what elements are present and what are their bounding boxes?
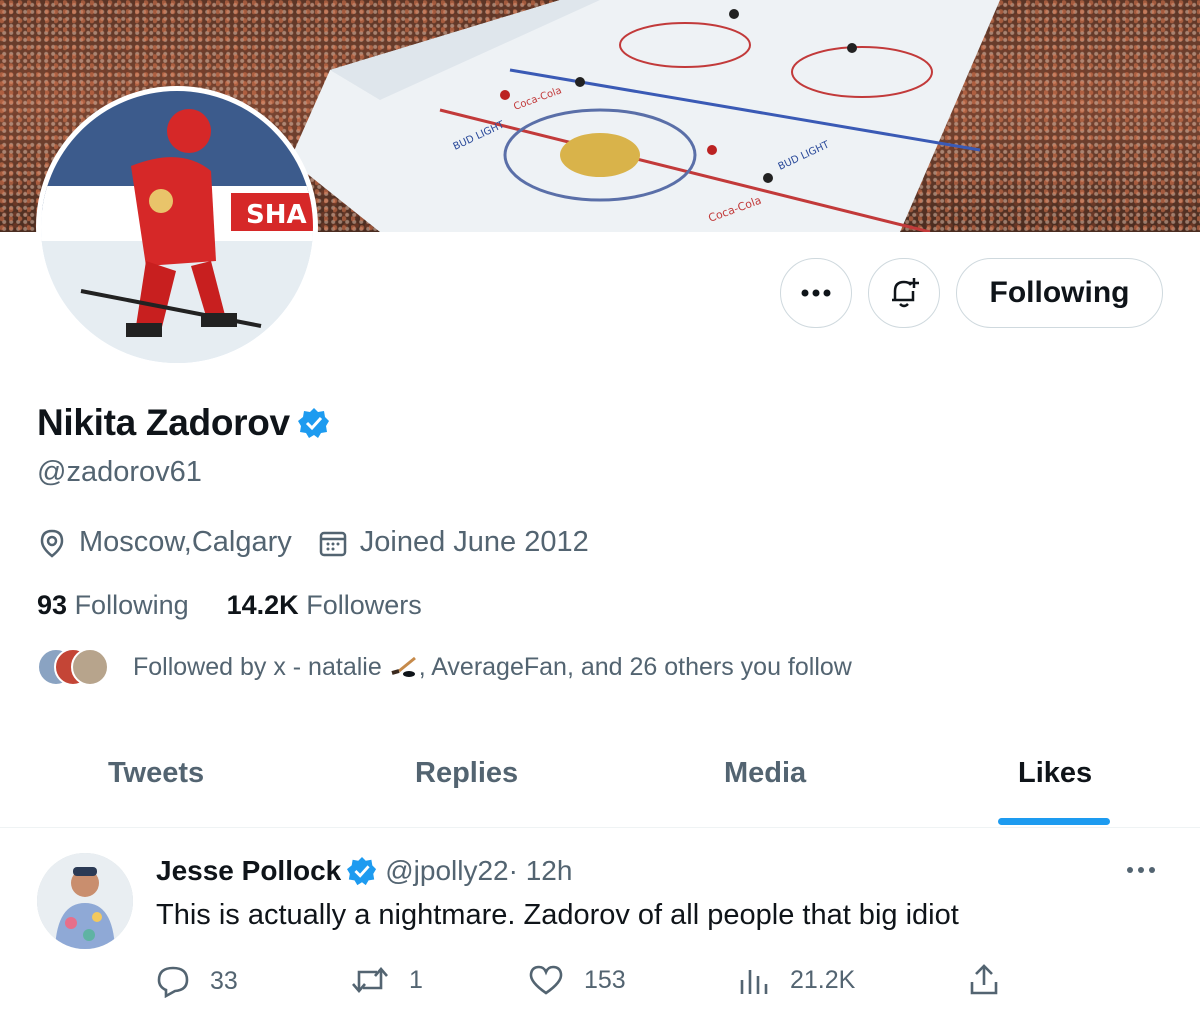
tweet[interactable]: Jesse Pollock @jpolly22 · 12h This is ac… [0,829,1200,1025]
reply-icon [157,966,189,998]
location-text: Moscow,Calgary [79,526,292,558]
active-tab-indicator [998,818,1110,825]
author-photo [37,853,133,949]
following-count: 93 [37,590,68,620]
following-button[interactable]: Following [956,258,1163,328]
followed-by-prefix: Followed by x - natalie [133,652,389,681]
tweet-author-avatar[interactable] [37,853,133,949]
verified-badge-icon[interactable] [297,407,330,439]
tab-likes[interactable]: Likes [1018,740,1092,828]
like-count: 153 [584,965,626,994]
joined-item: Joined June 2012 [318,526,589,559]
notifications-button[interactable] [868,258,940,328]
verified-badge-icon[interactable] [347,856,377,886]
tweet-author-name[interactable]: Jesse Pollock [156,855,341,887]
profile-name-row: Nikita Zadorov [37,402,330,444]
followed-by-text: Followed by x - natalie , AverageFan, an… [133,653,852,682]
reply-count: 33 [210,966,238,995]
followed-by-suffix: , AverageFan, and 26 others you follow [418,652,852,681]
more-options-button[interactable] [780,258,852,328]
analytics-icon [740,970,768,994]
tweet-more-button[interactable] [1126,861,1156,879]
svg-text:SHA: SHA [246,200,307,230]
location-pin-icon [40,529,64,558]
tweet-author-handle[interactable]: @jpolly22 [385,855,508,887]
following-label: Following [74,590,189,620]
followed-by-row[interactable]: Followed by x - natalie , AverageFan, an… [37,648,852,686]
views-action[interactable]: 21.2K [738,964,855,996]
views-count: 21.2K [790,965,856,994]
profile-meta: Moscow,Calgary Joined June 2012 [37,526,615,559]
calendar-icon [319,531,346,556]
followed-by-avatars [37,648,109,686]
follower-avatar [71,648,109,686]
followers-count: 14.2K [226,590,299,620]
profile-avatar[interactable]: SHA [36,86,318,368]
reply-action[interactable]: 33 [156,964,238,998]
profile-tabs: Tweets Replies Media Likes [0,740,1200,828]
tweet-header: Jesse Pollock @jpolly22 · 12h [156,855,572,887]
share-action[interactable] [968,964,1000,996]
tweet-text: This is actually a nightmare. Zadorov of… [156,899,959,931]
tweet-time[interactable]: · 12h [509,855,573,887]
profile-stats: 93 Following 14.2K Followers [37,590,460,621]
more-dots-icon [801,289,831,297]
profile-name: Nikita Zadorov [37,402,290,443]
location-item: Moscow,Calgary [37,526,292,559]
tab-media[interactable]: Media [724,740,806,828]
more-dots-icon [1127,867,1155,873]
retweet-action[interactable]: 1 [351,964,423,996]
heart-icon [529,965,563,995]
followers-label: Followers [306,590,422,620]
tab-tweets[interactable]: Tweets [108,740,204,828]
tab-replies[interactable]: Replies [415,740,518,828]
tweet-actions: 33 1 153 21.2K [156,964,1016,1000]
joined-text: Joined June 2012 [359,526,589,558]
followers-count-link[interactable]: 14.2K Followers [227,590,422,621]
profile-handle: @zadorov61 [37,456,202,488]
retweet-icon [352,967,388,993]
hockey-player-photo: SHA [41,91,313,363]
bell-plus-icon [892,278,919,308]
hockey-stick-icon [391,656,416,677]
share-icon [970,964,998,995]
retweet-count: 1 [409,965,423,994]
following-count-link[interactable]: 93 Following [37,590,189,621]
like-action[interactable]: 153 [528,964,626,996]
